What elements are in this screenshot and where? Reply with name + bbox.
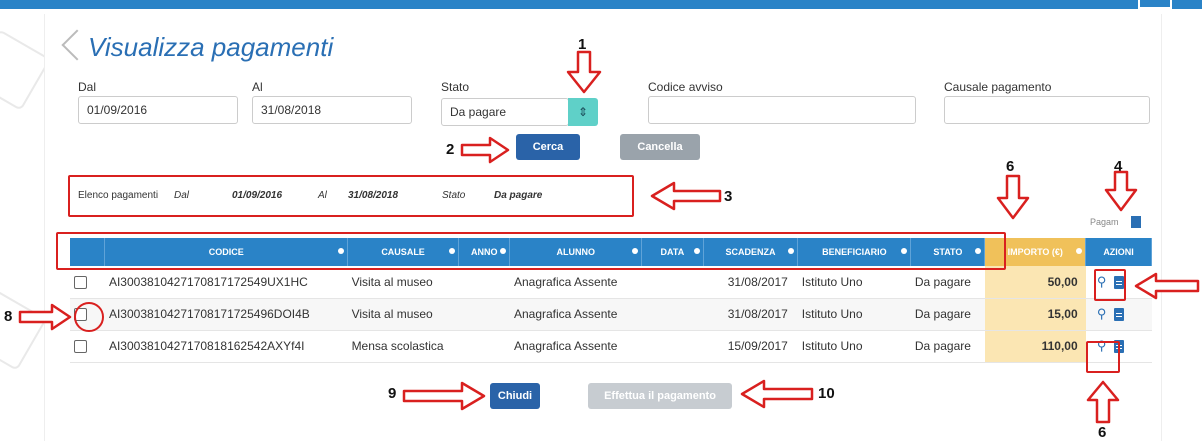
causale-pagamento-label: Causale pagamento [944, 80, 1052, 94]
summary-stato-value: Da pagare [494, 190, 543, 201]
effettua-pagamento-button[interactable]: Effettua il pagamento [588, 383, 732, 409]
header-row-highlight [56, 232, 1006, 270]
row-checkbox[interactable] [74, 275, 87, 289]
dal-date-field[interactable]: 01/09/2016 [78, 96, 238, 124]
table-row: AI30038104271708171725496DOI4B Visita al… [70, 298, 1152, 331]
annotation-arrow-left-10 [740, 379, 814, 409]
annotation-number-6-bottom: 6 [1098, 424, 1107, 441]
annotation-arrow-up-6 [1086, 380, 1120, 424]
background-decoration [0, 289, 47, 371]
scadenza-cell: 15/09/2017 [703, 330, 798, 363]
codice-cell: AI3003810427170818162542AXYf4I [104, 330, 348, 363]
alunno-cell: Anagrafica Assente [509, 298, 642, 331]
annotation-arrow-down-4 [1104, 170, 1138, 212]
table-row: AI3003810427170817172549UX1HC Visita al … [70, 266, 1152, 299]
codice-avviso-label: Codice avviso [648, 80, 723, 94]
annotation-number-8: 8 [4, 308, 13, 325]
beneficiario-cell: Istituto Uno [797, 298, 911, 331]
stato-cell: Da pagare [910, 266, 985, 299]
pagamenti-hint: Pagam [1090, 217, 1119, 227]
anno-cell [458, 266, 510, 299]
row-checkbox-cell[interactable] [70, 266, 105, 299]
summary-label: Elenco pagamenti [78, 190, 159, 201]
annotation-arrow-left-5 [1134, 272, 1200, 300]
beneficiario-cell: Istituto Uno [797, 266, 911, 299]
annotation-arrow-right-8 [18, 303, 72, 331]
al-label: Al [252, 80, 263, 94]
annotation-arrow-left-3 [650, 181, 722, 211]
annotation-arrow-down-6 [996, 174, 1030, 220]
page-title: Visualizza pagamenti [88, 32, 334, 62]
annotation-number-1: 1 [578, 36, 587, 53]
annotation-number-6-top: 6 [1006, 158, 1015, 175]
beneficiario-cell: Istituto Uno [797, 330, 911, 363]
summary-dal-value: 01/09/2016 [232, 190, 283, 201]
data-cell [641, 298, 704, 331]
annotation-number-10: 10 [818, 385, 835, 402]
summary-al-label: Al [318, 190, 327, 201]
cancella-button[interactable]: Cancella [620, 134, 700, 160]
anno-cell [458, 298, 510, 331]
cerca-button[interactable]: Cerca [516, 134, 580, 160]
annotation-number-2: 2 [446, 141, 455, 158]
annotation-arrow-right-2 [460, 136, 510, 164]
row-checkbox-cell[interactable] [70, 330, 105, 363]
importo-cell: 50,00 [984, 266, 1086, 299]
codice-cell: AI3003810427170817172549UX1HC [104, 266, 348, 299]
col-azioni-header: AZIONI [1085, 238, 1152, 266]
dal-label: Dal [78, 80, 97, 94]
stato-cell: Da pagare [910, 298, 985, 331]
al-date-field[interactable]: 31/08/2018 [252, 96, 412, 124]
causale-pagamento-field[interactable] [944, 96, 1150, 124]
stato-label: Stato [441, 80, 470, 94]
data-cell [641, 266, 704, 299]
codice-cell: AI30038104271708171725496DOI4B [104, 298, 348, 331]
alunno-cell: Anagrafica Assente [509, 330, 642, 363]
row-checkbox[interactable] [74, 340, 87, 354]
importo-cell: 15,00 [984, 298, 1086, 331]
stato-cell: Da pagare [910, 330, 985, 363]
anno-cell [458, 330, 510, 363]
document-icon[interactable] [1131, 216, 1141, 228]
annotation-number-9: 9 [388, 385, 397, 402]
document-icon-highlight [1094, 269, 1126, 301]
scadenza-cell: 31/08/2017 [703, 266, 798, 299]
azioni-cell: ⚲ [1085, 298, 1152, 331]
chiudi-button[interactable]: Chiudi [490, 383, 540, 409]
annotation-arrow-right-9 [402, 381, 486, 411]
search-icon[interactable]: ⚲ [1094, 306, 1110, 322]
codice-avviso-field[interactable] [648, 96, 916, 124]
importo-cell: 110,00 [984, 330, 1086, 363]
data-cell [641, 330, 704, 363]
causale-cell: Visita al museo [347, 266, 459, 299]
search-icon-highlight [1086, 341, 1120, 373]
summary-stato-label: Stato [442, 190, 466, 201]
stato-select[interactable]: Da pagare [441, 98, 569, 126]
summary-dal-label: Dal [174, 190, 190, 201]
causale-cell: Mensa scolastica [347, 330, 459, 363]
document-icon[interactable] [1113, 308, 1124, 322]
scadenza-cell: 31/08/2017 [703, 298, 798, 331]
summary-al-value: 31/08/2018 [348, 190, 399, 201]
table-row: AI3003810427170818162542AXYf4I Mensa sco… [70, 330, 1152, 363]
top-bar-user-box[interactable] [1138, 0, 1172, 9]
checkbox-highlight-circle [74, 302, 104, 332]
top-bar [0, 0, 1202, 9]
causale-cell: Visita al museo [347, 298, 459, 331]
alunno-cell: Anagrafica Assente [509, 266, 642, 299]
annotation-arrow-down-1 [566, 50, 602, 94]
chevron-updown-icon[interactable]: ⇕ [568, 98, 598, 126]
annotation-number-3: 3 [724, 188, 733, 205]
